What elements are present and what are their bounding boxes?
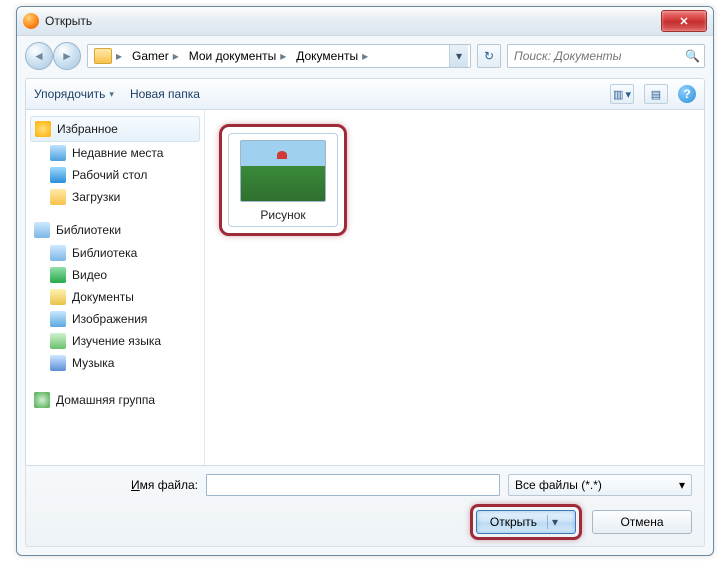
music-icon: [50, 355, 66, 371]
window-title: Открыть: [45, 14, 92, 28]
thumbnail-image: [240, 140, 326, 202]
filename-label: Имя файла:: [38, 478, 198, 492]
chevron-down-icon: ▾: [625, 88, 631, 101]
filename-input[interactable]: [206, 474, 500, 496]
app-icon: [23, 13, 39, 29]
chevron-right-icon: ▸: [116, 49, 122, 63]
pane-icon: ▤: [651, 88, 661, 101]
chevron-right-icon: ▸: [173, 49, 179, 63]
breadcrumb-seg[interactable]: Мои документы▸: [185, 45, 290, 67]
help-icon: ?: [683, 87, 690, 101]
file-list[interactable]: Рисунок: [205, 110, 704, 492]
address-dropdown[interactable]: ▾: [449, 45, 468, 67]
documents-icon: [50, 289, 66, 305]
chevron-right-icon: ▸: [280, 49, 286, 63]
new-folder-button[interactable]: Новая папка: [130, 87, 200, 101]
open-button[interactable]: Открыть ▾: [476, 510, 576, 534]
sidebar-item-desktop[interactable]: Рабочий стол: [30, 164, 200, 186]
view-mode-button[interactable]: ▥▾: [610, 84, 634, 104]
folder-icon: [94, 48, 112, 64]
toolbar: Упорядочить ▾ Новая папка ▥▾ ▤ ?: [25, 78, 705, 110]
cancel-button[interactable]: Отмена: [592, 510, 692, 534]
library-icon: [50, 245, 66, 261]
bottom-panel: Имя файла: Все файлы (*.*) ▾ Открыть ▾ О…: [25, 465, 705, 547]
sidebar-item-language[interactable]: Изучение языка: [30, 330, 200, 352]
breadcrumb-seg[interactable]: Gamer▸: [128, 45, 183, 67]
sidebar-group-favorites[interactable]: Избранное: [30, 116, 200, 142]
back-button[interactable]: ◄: [25, 42, 53, 70]
star-icon: [35, 121, 51, 137]
libraries-icon: [34, 222, 50, 238]
breadcrumb-seg[interactable]: Документы▸: [292, 45, 372, 67]
sidebar-item-downloads[interactable]: Загрузки: [30, 186, 200, 208]
titlebar[interactable]: Открыть ✕: [17, 7, 713, 36]
sidebar-item-video[interactable]: Видео: [30, 264, 200, 286]
book-icon: [50, 333, 66, 349]
search-input[interactable]: [512, 48, 681, 64]
chevron-down-icon: ▾: [679, 478, 685, 492]
video-icon: [50, 267, 66, 283]
file-thumbnail[interactable]: Рисунок: [228, 133, 338, 227]
highlight-marker: Рисунок: [219, 124, 347, 236]
chevron-down-icon: ▾: [109, 89, 114, 100]
refresh-button[interactable]: ↻: [477, 44, 501, 68]
images-icon: [50, 311, 66, 327]
sidebar-group-libraries[interactable]: Библиотеки: [30, 218, 200, 242]
sidebar-item-library[interactable]: Библиотека: [30, 242, 200, 264]
sidebar: Избранное Недавние места Рабочий стол За…: [26, 110, 205, 492]
desktop-icon: [50, 167, 66, 183]
sidebar-item-documents[interactable]: Документы: [30, 286, 200, 308]
downloads-icon: [50, 189, 66, 205]
sidebar-item-images[interactable]: Изображения: [30, 308, 200, 330]
open-file-dialog: Открыть ✕ ◄ ► ▸ Gamer▸ Мои документы▸ До…: [16, 6, 714, 556]
organize-button[interactable]: Упорядочить ▾: [34, 87, 114, 101]
sidebar-item-recent[interactable]: Недавние места: [30, 142, 200, 164]
search-icon: 🔍: [685, 49, 700, 63]
homegroup-icon: [34, 392, 50, 408]
dialog-body: Избранное Недавние места Рабочий стол За…: [25, 110, 705, 493]
file-type-filter[interactable]: Все файлы (*.*) ▾: [508, 474, 692, 496]
highlight-marker: Открыть ▾: [470, 504, 582, 540]
sidebar-group-homegroup[interactable]: Домашняя группа: [30, 388, 200, 412]
close-icon: ✕: [679, 15, 688, 28]
back-icon: ◄: [33, 49, 45, 63]
chevron-down-icon: ▾: [547, 515, 562, 529]
preview-pane-button[interactable]: ▤: [644, 84, 668, 104]
tiles-icon: ▥: [613, 88, 623, 101]
help-button[interactable]: ?: [678, 85, 696, 103]
places-icon: [50, 145, 66, 161]
sidebar-item-music[interactable]: Музыка: [30, 352, 200, 374]
chevron-down-icon: ▾: [456, 49, 462, 63]
search-box[interactable]: 🔍: [507, 44, 705, 68]
forward-icon: ►: [61, 49, 73, 63]
close-button[interactable]: ✕: [661, 10, 707, 32]
file-name: Рисунок: [235, 208, 331, 222]
chevron-right-icon: ▸: [362, 49, 368, 63]
forward-button[interactable]: ►: [53, 42, 81, 70]
nav-row: ◄ ► ▸ Gamer▸ Мои документы▸ Документы▸ ▾…: [17, 36, 713, 72]
refresh-icon: ↻: [484, 49, 494, 63]
address-bar[interactable]: ▸ Gamer▸ Мои документы▸ Документы▸ ▾: [87, 44, 471, 68]
